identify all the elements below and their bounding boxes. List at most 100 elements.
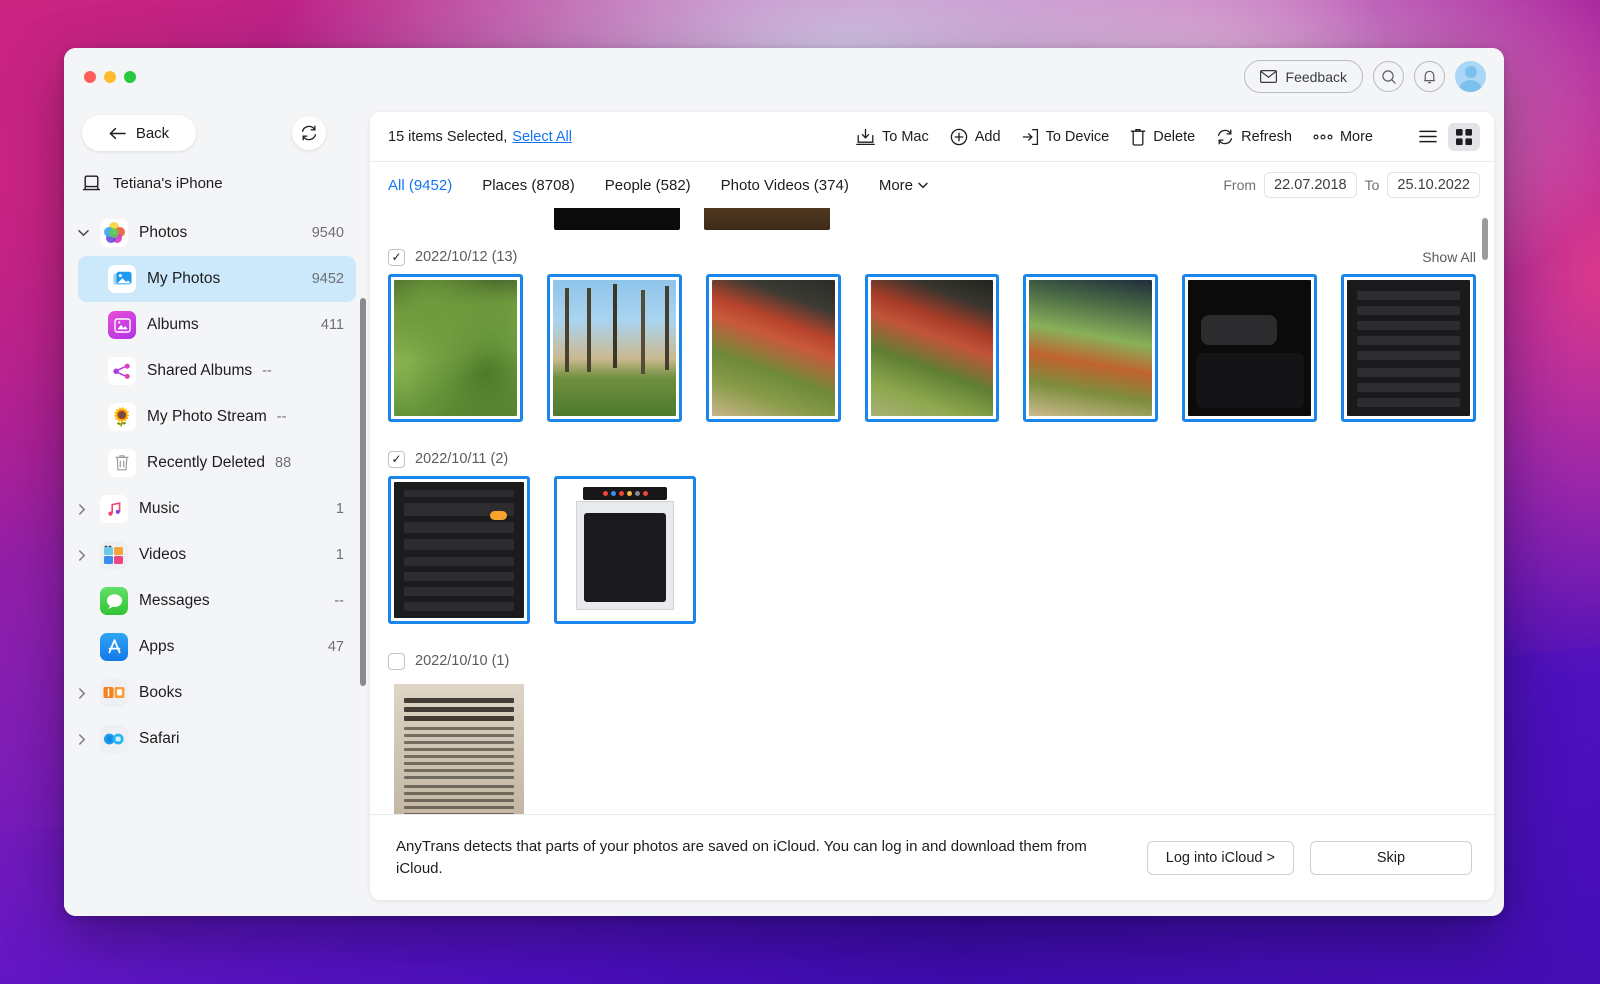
from-date-input[interactable]: 22.07.2018 [1264,172,1357,198]
sidebar-item-count: 1 [335,501,344,517]
photo-thumbnail-grass-field[interactable] [388,274,523,422]
messages-icon [100,587,128,615]
group-date-label: 2022/10/10 (1) [415,653,510,669]
sidebar-item-label: Apps [139,638,175,655]
sidebar-tree: Photos 9540 My Photos 9452 Albums 411 Sh… [64,204,370,762]
titlebar-actions: Feedback [1243,60,1486,93]
group-header: ✓ 2022/10/12 (13) Show All [388,240,1476,274]
view-mode-toggle [1412,122,1480,151]
sidebar-item-apps[interactable]: Apps 47 [78,624,356,670]
to-mac-button[interactable]: To Mac [856,128,929,146]
grid-scrollbar[interactable] [1482,218,1488,260]
group-thumbnails [388,274,1477,422]
to-date-input[interactable]: 25.10.2022 [1387,172,1480,198]
window-titlebar: Feedback [64,48,1504,106]
close-button[interactable] [84,71,96,83]
sidebar-item-recently-deleted[interactable]: Recently Deleted 88 [78,440,356,486]
selection-count-label: 15 items Selected, [388,128,508,145]
delete-label: Delete [1153,128,1196,145]
more-button[interactable]: More [1313,129,1373,145]
sidebar-item-shared-albums[interactable]: Shared Albums -- [78,348,356,394]
show-all-link[interactable]: Show All [1422,249,1476,265]
chevron-down-icon [918,182,928,189]
photo-thumbnail-ukrainian-document[interactable] [388,678,530,814]
group-checkbox[interactable] [388,652,405,670]
log-into-icloud-button[interactable]: Log into iCloud > [1146,840,1294,875]
iphone-icon [82,175,101,192]
sidebar-item-music[interactable]: Music 1 [78,486,356,532]
photo-thumbnail-peek[interactable] [704,208,830,230]
sidebar-item-count: 47 [327,639,344,655]
tab-more[interactable]: More [879,177,928,194]
group-date-label: 2022/10/12 (13) [415,249,518,265]
icloud-banner: AnyTrans detects that parts of your phot… [370,814,1494,900]
sidebar-item-books[interactable]: Books [78,670,356,716]
feedback-button[interactable]: Feedback [1243,60,1363,93]
search-button[interactable] [1373,61,1404,92]
sidebar-item-videos[interactable]: Videos 1 [78,532,356,578]
sidebar-item-my-photos[interactable]: My Photos 9452 [78,256,356,302]
sidebar-item-count: 9452 [311,271,344,287]
notifications-button[interactable] [1414,61,1445,92]
chevron-right-icon[interactable] [78,503,100,515]
photo-thumbnail-porch-2[interactable] [864,274,1000,422]
refresh-button[interactable]: Refresh [1216,128,1292,146]
sidebar-item-albums[interactable]: Albums 411 [78,302,356,348]
refresh-label: Refresh [1241,128,1292,145]
user-avatar[interactable] [1455,61,1486,92]
arrow-left-icon [109,127,126,140]
videos-icon [100,541,128,569]
delete-button[interactable]: Delete [1130,128,1195,146]
tab-photo-videos[interactable]: Photo Videos (374) [721,177,849,194]
filter-bar: All (9452) Places (8708) People (582) Ph… [370,162,1494,208]
group-checkbox[interactable]: ✓ [388,450,405,468]
to-device-icon [1022,128,1039,146]
list-icon [1419,130,1437,143]
select-all-link[interactable]: Select All [512,129,572,145]
sync-button[interactable] [292,116,326,150]
group-header: ✓ 2022/10/11 (2) [388,442,1476,476]
tab-places[interactable]: Places (8708) [482,177,575,194]
ellipsis-icon [1313,134,1333,140]
sidebar-item-label: Shared Albums [147,362,253,379]
to-device-label: To Device [1045,128,1110,145]
photo-thumbnail-context-menu-screenshot[interactable] [1341,274,1477,422]
chevron-down-icon[interactable] [78,229,100,237]
sidebar-item-label: My Photos [147,270,221,287]
photo-thumbnail-porch-1[interactable] [705,274,841,422]
add-label: Add [974,128,1001,145]
list-view-button[interactable] [1412,123,1444,151]
sidebar-item-my-photo-stream[interactable]: 🌻 My Photo Stream -- [78,394,356,440]
photo-thumbnail-amazon-otp-screenshot[interactable] [1182,274,1318,422]
back-button[interactable]: Back [82,115,196,151]
group-checkbox[interactable]: ✓ [388,248,405,266]
partial-previous-row [388,208,1476,230]
safari-icon [100,725,128,753]
sidebar: Back Tetiana's iPhone Photos 9540 My Pho… [64,106,370,916]
sidebar-item-photos[interactable]: Photos 9540 [78,210,356,256]
photo-thumbnail-messages-thread-screenshot[interactable] [554,476,696,624]
chevron-right-icon[interactable] [78,733,100,745]
chevron-right-icon[interactable] [78,549,100,561]
grid-icon [1456,128,1472,145]
skip-button[interactable]: Skip [1310,840,1472,875]
tab-people[interactable]: People (582) [605,177,691,194]
minimize-button[interactable] [104,71,116,83]
envelope-icon [1259,70,1277,83]
photo-thumbnail-porch-3[interactable] [1023,274,1159,422]
sidebar-item-label: Books [139,684,183,701]
maximize-button[interactable] [124,71,136,83]
device-row[interactable]: Tetiana's iPhone [64,162,370,204]
chevron-right-icon[interactable] [78,687,100,699]
to-device-button[interactable]: To Device [1022,128,1110,146]
grid-view-button[interactable] [1448,122,1480,151]
sidebar-scrollbar[interactable] [360,298,366,686]
photo-thumbnail-peek[interactable] [554,208,680,230]
sidebar-item-messages[interactable]: Messages -- [78,578,356,624]
tab-all[interactable]: All (9452) [388,177,452,194]
add-button[interactable]: Add [950,128,1001,146]
photo-thumbnail-pages-settings-screenshot[interactable] [388,476,530,624]
sidebar-item-safari[interactable]: Safari [78,716,356,762]
photo-grid: ✓ 2022/10/12 (13) Show All ✓ 2022/10/11 … [370,208,1494,814]
photo-thumbnail-park-trees[interactable] [546,274,682,422]
